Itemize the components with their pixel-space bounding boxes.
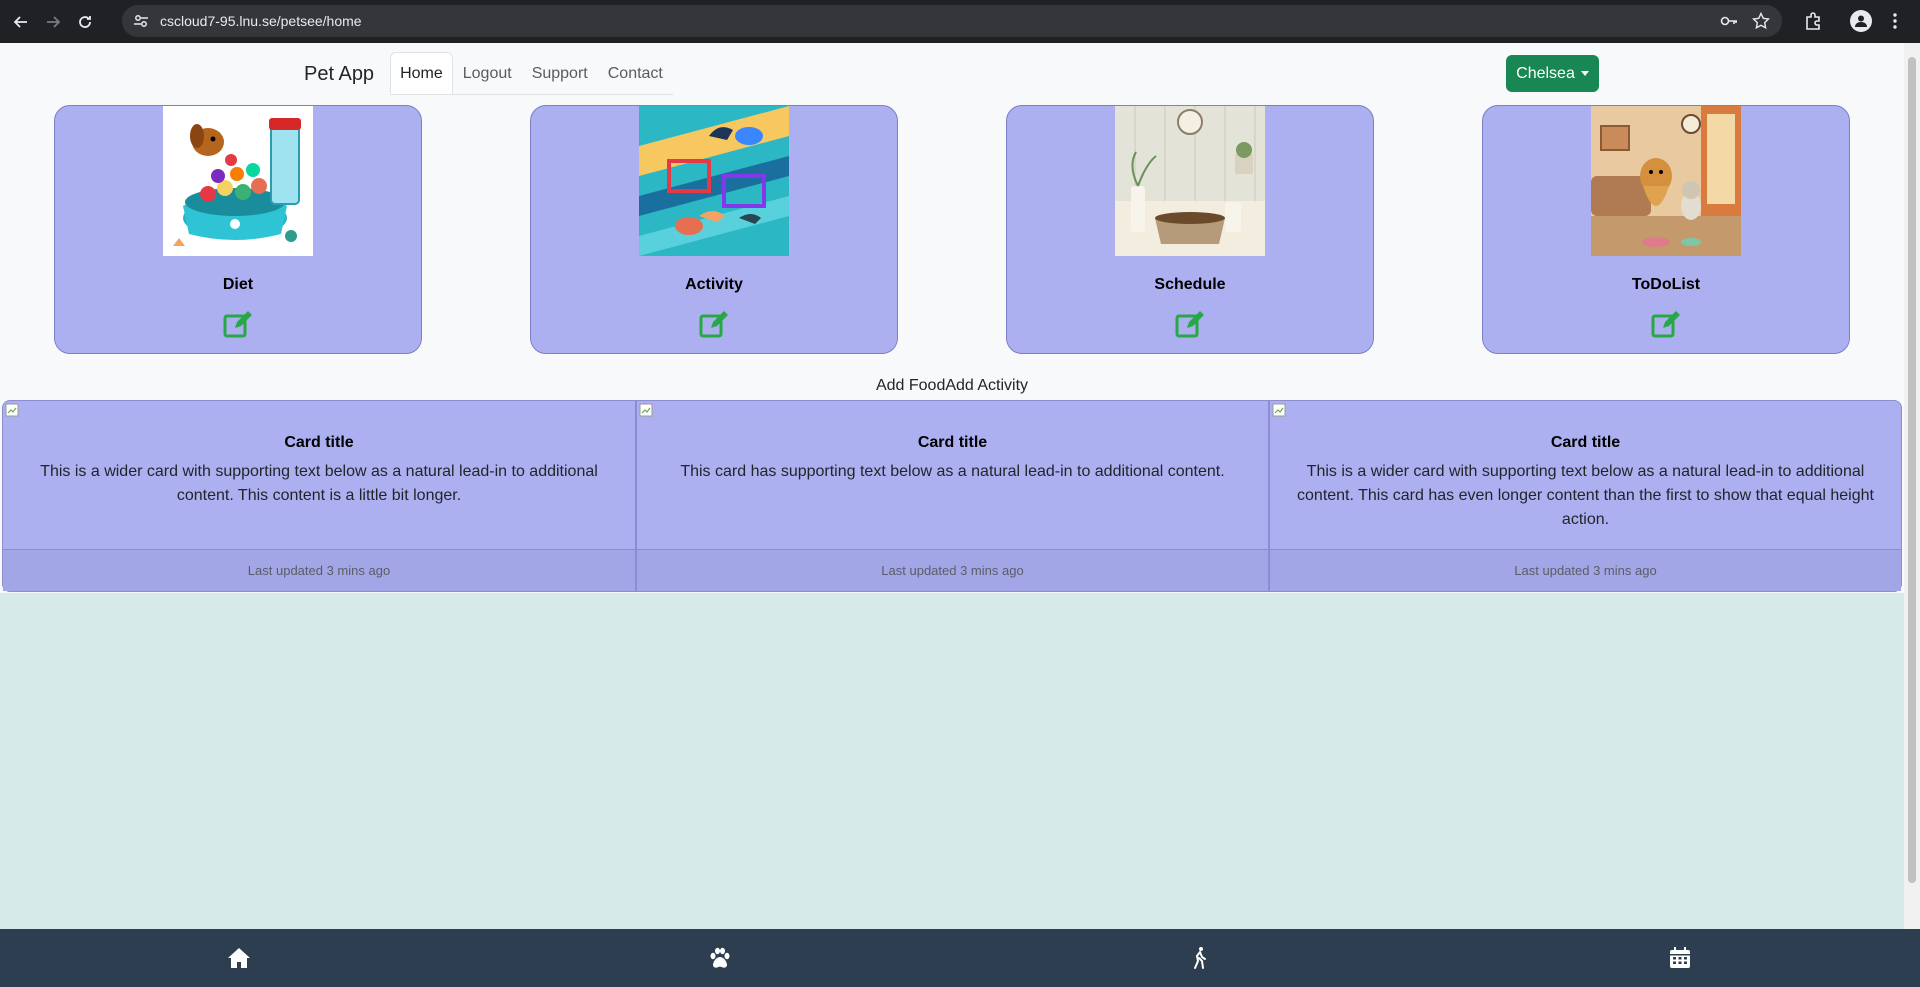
- card-text: This is a wider card with supporting tex…: [40, 463, 598, 504]
- page-viewport: Pet App Home Logout Support Contact Chel…: [0, 43, 1904, 929]
- pencil-square-icon[interactable]: [1175, 310, 1205, 338]
- feature-label: Schedule: [1154, 276, 1226, 293]
- tab-support[interactable]: Support: [522, 52, 598, 94]
- user-dropdown-button[interactable]: Chelsea: [1506, 55, 1599, 92]
- feature-card-schedule[interactable]: Schedule: [1006, 105, 1374, 354]
- feature-card-activity[interactable]: Activity: [530, 105, 898, 354]
- card-footer: Last updated 3 mins ago: [3, 549, 635, 591]
- card-title: Card title: [284, 434, 354, 451]
- schedule-image: [1115, 106, 1265, 256]
- extensions-icon[interactable]: [1804, 11, 1824, 31]
- url-text[interactable]: cscloud7-95.lnu.se/petsee/home: [160, 13, 362, 29]
- feature-card-diet[interactable]: Diet: [54, 105, 422, 354]
- user-name: Chelsea: [1516, 64, 1575, 82]
- info-card: Card title This card has supporting text…: [636, 400, 1269, 592]
- scrollbar-thumb[interactable]: [1908, 57, 1916, 883]
- vertical-scrollbar[interactable]: [1904, 43, 1920, 929]
- card-group: Card title This is a wider card with sup…: [2, 400, 1902, 592]
- paw-icon[interactable]: [708, 946, 732, 970]
- tab-contact[interactable]: Contact: [598, 52, 673, 94]
- forward-icon[interactable]: [42, 11, 64, 33]
- add-food-link[interactable]: Add Food: [876, 377, 945, 394]
- feature-label: Activity: [685, 276, 743, 293]
- home-icon[interactable]: [227, 946, 251, 970]
- browser-toolbar: cscloud7-95.lnu.se/petsee/home: [0, 0, 1920, 43]
- profile-avatar-icon[interactable]: [1850, 10, 1872, 32]
- navbar: Pet App Home Logout Support Contact: [304, 52, 673, 95]
- broken-image-icon: [639, 403, 653, 417]
- kebab-menu-icon[interactable]: [1884, 10, 1906, 32]
- diet-image: [163, 106, 313, 256]
- nav-tabs: Home Logout Support Contact: [390, 52, 673, 95]
- address-bar[interactable]: cscloud7-95.lnu.se/petsee/home: [122, 5, 1782, 37]
- card-footer: Last updated 3 mins ago: [1270, 549, 1901, 591]
- feature-card-todolist[interactable]: ToDoList: [1482, 105, 1850, 354]
- feature-label: Diet: [222, 276, 254, 293]
- feature-label: ToDoList: [1631, 276, 1701, 293]
- add-activity-link[interactable]: Add Activity: [945, 377, 1028, 394]
- info-card: Card title This is a wider card with sup…: [2, 400, 636, 592]
- pencil-square-icon[interactable]: [1651, 310, 1681, 338]
- card-text: This card has supporting text below as a…: [680, 463, 1225, 480]
- add-links-row: Add FoodAdd Activity: [0, 377, 1904, 395]
- tab-logout[interactable]: Logout: [453, 52, 522, 94]
- card-footer: Last updated 3 mins ago: [637, 549, 1268, 591]
- card-text: This is a wider card with supporting tex…: [1297, 463, 1874, 528]
- back-icon[interactable]: [10, 11, 32, 33]
- header-area: Pet App Home Logout Support Contact Chel…: [0, 43, 1904, 593]
- bookmark-star-icon[interactable]: [1752, 12, 1770, 30]
- todolist-image: [1591, 106, 1741, 256]
- brand-title[interactable]: Pet App: [304, 63, 374, 86]
- caret-down-icon: [1580, 71, 1589, 76]
- broken-image-icon: [1272, 403, 1286, 417]
- site-info-icon[interactable]: [132, 12, 150, 30]
- broken-image-icon: [5, 403, 19, 417]
- calendar-icon[interactable]: [1668, 946, 1692, 970]
- bottom-nav-bar: [0, 929, 1920, 987]
- pencil-square-icon[interactable]: [699, 310, 729, 338]
- password-key-icon[interactable]: [1720, 12, 1738, 30]
- pencil-square-icon[interactable]: [223, 310, 253, 338]
- reload-icon[interactable]: [74, 11, 96, 33]
- activity-image: [639, 106, 789, 256]
- card-title: Card title: [917, 434, 988, 451]
- card-title: Card title: [1550, 434, 1621, 451]
- walking-icon[interactable]: [1188, 946, 1212, 970]
- info-card: Card title This is a wider card with sup…: [1269, 400, 1902, 592]
- tab-home[interactable]: Home: [390, 52, 453, 94]
